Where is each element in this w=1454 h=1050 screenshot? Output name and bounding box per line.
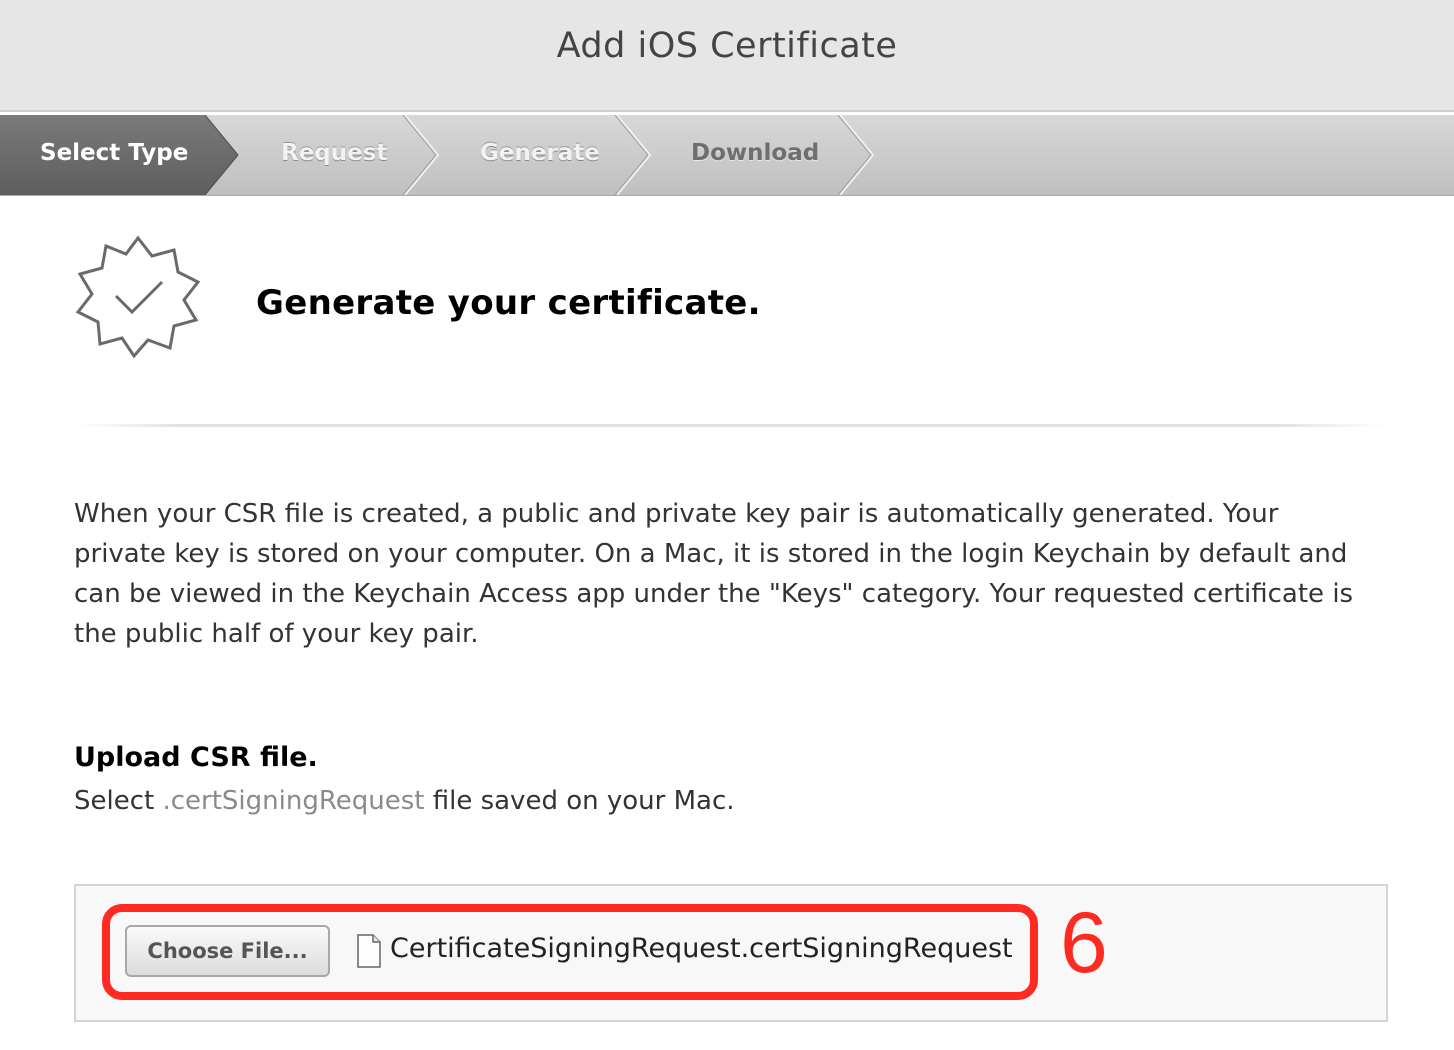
step-download: Download bbox=[691, 140, 820, 166]
annotation-highlight-box bbox=[102, 904, 1038, 1000]
step-generate: Generate bbox=[480, 140, 600, 166]
annotation-number: 6 bbox=[1060, 895, 1108, 991]
upload-description: Select .certSigningRequest file saved on… bbox=[74, 786, 735, 816]
upload-desc-prefix: Select bbox=[74, 786, 155, 816]
page: Add iOS Certificate Select Type Request … bbox=[0, 0, 1454, 1050]
upload-desc-extension: .certSigningRequest bbox=[162, 786, 425, 816]
section-title: Generate your certificate. bbox=[256, 283, 761, 323]
upload-title: Upload CSR file. bbox=[74, 742, 318, 773]
divider bbox=[74, 424, 1386, 427]
step-request: Request bbox=[281, 140, 388, 166]
description-text: When your CSR file is created, a public … bbox=[74, 499, 1354, 649]
page-title: Add iOS Certificate bbox=[556, 26, 898, 66]
checkmark-badge-icon bbox=[75, 235, 201, 358]
upload-desc-suffix: file saved on your Mac. bbox=[432, 786, 735, 816]
step-progress-bar: Select Type Request Generate Download bbox=[0, 115, 1454, 196]
step-select-type: Select Type bbox=[40, 140, 189, 166]
header-bar: Add iOS Certificate bbox=[0, 0, 1454, 112]
